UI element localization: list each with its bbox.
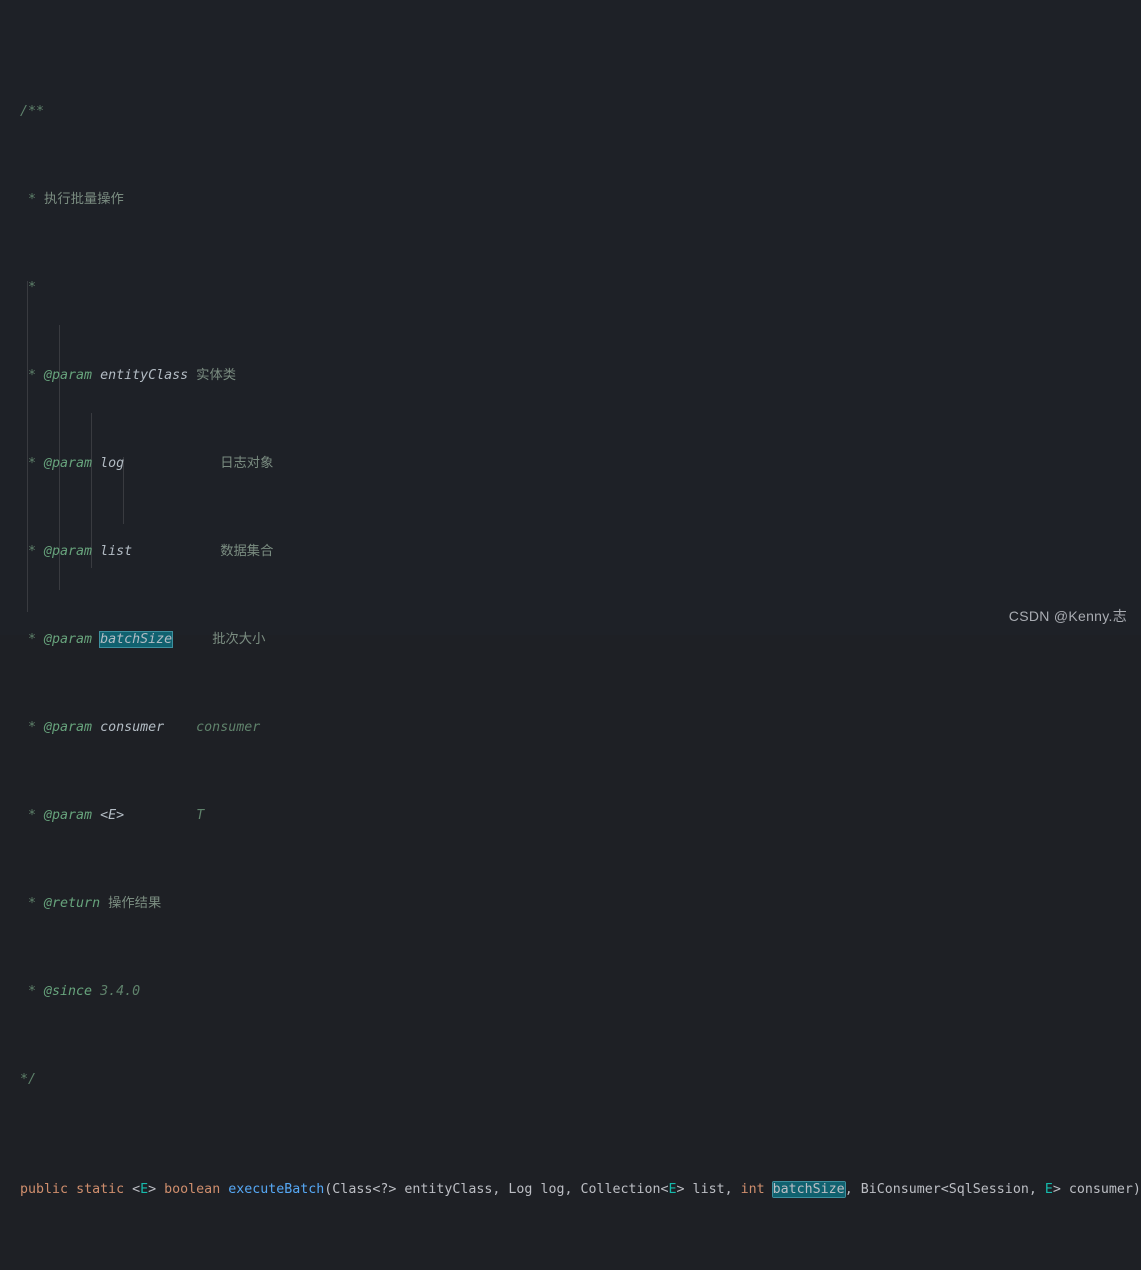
keyword-boolean: boolean: [164, 1182, 221, 1197]
javadoc-tag-param: @param: [44, 632, 93, 647]
code-line-javadoc-blank[interactable]: *: [0, 277, 1141, 299]
javadoc-asterisk: *: [20, 280, 37, 295]
javadoc-param-desc: consumer: [196, 720, 261, 735]
javadoc-param-name: consumer: [100, 720, 165, 735]
javadoc-param-name: entityClass: [100, 368, 189, 383]
javadoc-asterisk: *: [20, 632, 45, 647]
javadoc-asterisk: *: [20, 368, 45, 383]
javadoc-summary-text: 执行批量操作: [44, 192, 124, 207]
javadoc-param-desc: 实体类: [196, 368, 237, 383]
javadoc-tag-param: @param: [44, 368, 93, 383]
javadoc-tag-param: @param: [44, 456, 93, 471]
code-line-param-batchSize[interactable]: * @param batchSize 批次大小: [0, 629, 1141, 651]
generic-type-E: E: [668, 1182, 677, 1197]
javadoc-param-desc: T: [196, 808, 205, 823]
javadoc-tag-param: @param: [44, 808, 93, 823]
code-line-param-generic[interactable]: * @param <E> T: [0, 805, 1141, 827]
method-name-executebatch[interactable]: executeBatch: [228, 1182, 324, 1197]
javadoc-close-token: */: [20, 1072, 37, 1087]
javadoc-param-name: <E>: [100, 808, 125, 823]
generic-type-E: E: [140, 1182, 149, 1197]
keyword-int: int: [740, 1182, 765, 1197]
javadoc-open-token: /**: [20, 104, 45, 119]
javadoc-param-desc: 批次大小: [212, 632, 266, 647]
keyword-public: public: [20, 1182, 69, 1197]
javadoc-tag-param: @param: [44, 544, 93, 559]
code-line-javadoc-close[interactable]: */: [0, 1069, 1141, 1091]
code-line-param-consumer[interactable]: * @param consumer consumer: [0, 717, 1141, 739]
keyword-static: static: [76, 1182, 125, 1197]
javadoc-asterisk: *: [20, 808, 45, 823]
javadoc-asterisk: *: [20, 192, 45, 207]
javadoc-tag-return: @return: [44, 896, 101, 911]
code-line-javadoc-since[interactable]: * @since 3.4.0: [0, 981, 1141, 1003]
javadoc-tag-since: @since: [44, 984, 93, 999]
highlight-batchsize-param[interactable]: batchSize: [772, 1182, 845, 1197]
javadoc-param-name: list: [100, 544, 133, 559]
highlight-batchsize-javadoc[interactable]: batchSize: [100, 632, 173, 647]
code-editor-viewport[interactable]: /** * 执行批量操作 * * @param entityClass 实体类 …: [0, 0, 1141, 1197]
javadoc-tag-param: @param: [44, 720, 93, 735]
watermark-csdn: CSDN @Kenny.志: [1008, 608, 1127, 624]
javadoc-asterisk: *: [20, 896, 45, 911]
javadoc-param-desc: 日志对象: [220, 456, 274, 471]
javadoc-param-name: log: [100, 456, 125, 471]
code-line-javadoc-summary[interactable]: * 执行批量操作: [0, 189, 1141, 211]
code-line-method-signature[interactable]: public static <E> boolean executeBatch(C…: [0, 1179, 1141, 1201]
code-line-param-list[interactable]: * @param list 数据集合: [0, 541, 1141, 563]
javadoc-param-desc: 数据集合: [220, 544, 274, 559]
code-line-param-entityClass[interactable]: * @param entityClass 实体类: [0, 365, 1141, 387]
javadoc-asterisk: *: [20, 544, 45, 559]
javadoc-since-desc: 3.4.0: [100, 984, 141, 999]
code-line-javadoc-open[interactable]: /**: [0, 101, 1141, 123]
javadoc-return-desc: 操作结果: [108, 896, 162, 911]
generic-type-E: E: [1044, 1182, 1053, 1197]
code-content[interactable]: /** * 执行批量操作 * * @param entityClass 实体类 …: [0, 13, 1141, 1270]
javadoc-asterisk: *: [20, 984, 45, 999]
code-line-javadoc-return[interactable]: * @return 操作结果: [0, 893, 1141, 915]
javadoc-asterisk: *: [20, 456, 45, 471]
code-line-param-log[interactable]: * @param log 日志对象: [0, 453, 1141, 475]
javadoc-asterisk: *: [20, 720, 45, 735]
